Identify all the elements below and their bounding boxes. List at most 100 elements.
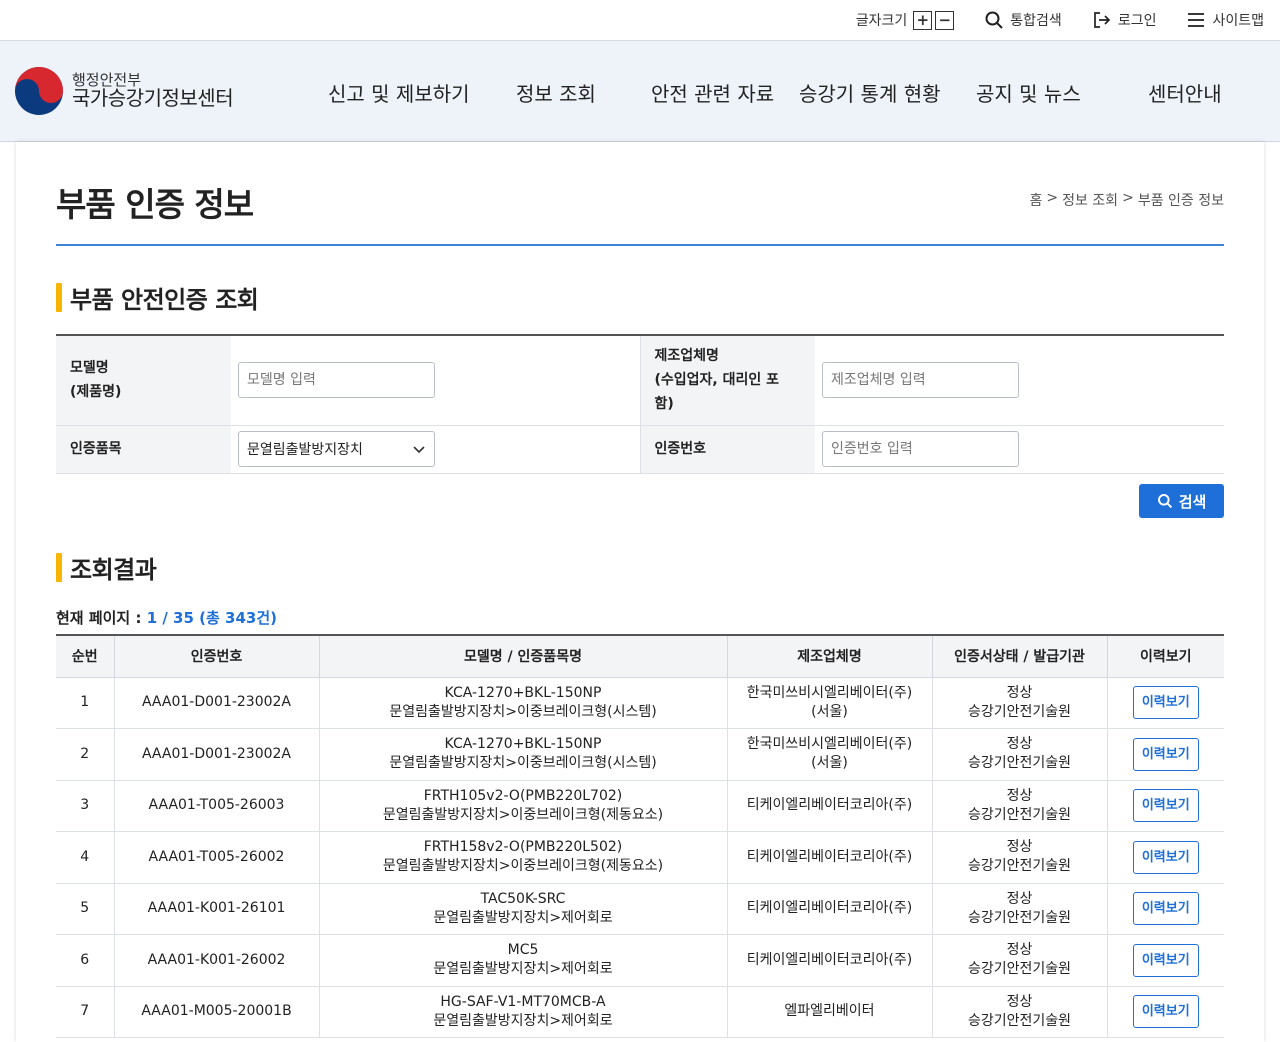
results-section-title: 조회결과 [56, 550, 157, 585]
breadcrumb-home[interactable]: 홈 [1029, 190, 1042, 210]
row-cert-no: AAA01-K001-26002 [113, 934, 319, 987]
breadcrumb-info-lookup[interactable]: 정보 조회 [1062, 190, 1118, 210]
row-no: 3 [56, 780, 114, 832]
row-maker: 티케이엘리베이터코리아(주) [726, 780, 932, 832]
gnb-statistics[interactable]: 승강기 통계 현황 [799, 78, 941, 107]
row-maker: 티케이엘리베이터코리아(주) [726, 934, 932, 987]
row-model: KCA-1270+BKL-150NP 문열림출발방지장치>이중브레이크형(시스템) [318, 677, 727, 729]
sitemap-link[interactable]: 사이트맵 [1186, 10, 1264, 30]
row-model: HG-SAF-V1-MT70MCB-A 문열림출발방지장치>제어회로 [318, 986, 727, 1038]
row-no: 7 [56, 986, 114, 1038]
row-status: 정상 승강기안전기술원 [931, 883, 1107, 935]
row-status: 정상 승강기안전기술원 [931, 677, 1107, 729]
row-cert-no: AAA01-K001-26101 [113, 883, 319, 935]
login-icon [1093, 12, 1111, 28]
history-button[interactable]: 이력보기 [1132, 943, 1199, 977]
font-decrease-button[interactable]: − [935, 10, 955, 30]
row-status: 정상 승강기안전기술원 [931, 728, 1107, 781]
results-table: 순번 인증번호 모델명 / 인증품목명 제조업체명 인증서상태 / 발급기관 이… [56, 634, 1224, 1038]
taegeuk-emblem-icon [15, 67, 63, 115]
table-row: 1 AAA01-D001-23002A KCA-1270+BKL-150NP 문열… [56, 677, 1224, 729]
row-no: 5 [56, 883, 114, 935]
page-title: 부품 인증 정보 [56, 185, 254, 224]
row-model: TAC50K-SRC 문열림출발방지장치>제어회로 [318, 883, 727, 935]
row-no: 4 [56, 831, 114, 884]
history-button[interactable]: 이력보기 [1132, 789, 1199, 823]
history-button[interactable]: 이력보기 [1132, 892, 1199, 926]
site-header: 행정안전부 국가승강기정보센터 신고 및 제보하기 정보 조회 안전 관련 자료… [0, 41, 1280, 142]
font-size-control: 글자크기 + − [856, 10, 955, 30]
model-label: 모델명 (제품명) [56, 335, 231, 426]
col-header-no: 순번 [56, 635, 114, 678]
row-maker: 한국미쓰비시엘리베이터(주) (서울) [726, 677, 932, 729]
row-model: FRTH105v2-O(PMB220L702) 문열림출발방지장치>이중브레이크형… [318, 780, 727, 832]
menu-icon [1188, 13, 1205, 27]
page-info-label: 현재 페이지 : [56, 609, 142, 627]
gnb-report[interactable]: 신고 및 제보하기 [328, 78, 470, 107]
gnb-info-lookup[interactable]: 정보 조회 [516, 78, 596, 107]
table-row: 6 AAA01-K001-26002 MC5 문열림출발방지장치>제어회로 티케이… [56, 934, 1224, 987]
history-button[interactable]: 이력보기 [1132, 737, 1199, 771]
model-input[interactable] [238, 362, 435, 399]
gnb-safety-materials[interactable]: 안전 관련 자료 [651, 78, 774, 107]
row-cert-no: AAA01-D001-23002A [113, 677, 319, 729]
title-divider [56, 244, 1224, 246]
font-increase-button[interactable]: + [913, 10, 933, 30]
row-maker: 엘파엘리베이터 [726, 986, 932, 1038]
login-link[interactable]: 로그인 [1092, 10, 1157, 30]
integrated-search-label: 통합검색 [1010, 13, 1062, 29]
search-section-heading: 부품 안전인증 조회 [70, 286, 259, 314]
row-no: 2 [56, 728, 114, 781]
page-info: 현재 페이지 : 1 / 35 (총 343건) [56, 607, 277, 628]
search-form: 모델명 (제품명) 제조업체명 (수입업자, 대리인 포 함) 인증품목 문열림… [56, 334, 1224, 474]
search-icon [1157, 494, 1172, 509]
row-maker: 한국미쓰비시엘리베이터(주) (서울) [726, 728, 932, 781]
search-button[interactable]: 검색 [1139, 484, 1224, 518]
utility-bar: 글자크기 + − 통합검색 로그인 사이트맵 [0, 0, 1280, 41]
table-row: 3 AAA01-T005-26003 FRTH105v2-O(PMB220L70… [56, 780, 1224, 832]
col-header-model: 모델명 / 인증품목명 [318, 635, 727, 678]
font-size-label: 글자크기 [855, 13, 908, 29]
login-label: 로그인 [1117, 13, 1157, 29]
history-button[interactable]: 이력보기 [1132, 995, 1199, 1029]
col-header-cert: 인증번호 [113, 635, 319, 678]
search-icon [985, 11, 1004, 29]
cert-input[interactable] [822, 431, 1019, 467]
breadcrumb-current: 부품 인증 정보 [1137, 193, 1224, 209]
results-heading: 조회결과 [70, 556, 157, 584]
history-button[interactable]: 이력보기 [1132, 840, 1199, 874]
page-info-value: 1 / 35 (총 343건) [146, 609, 277, 627]
row-no: 6 [56, 934, 114, 987]
row-status: 정상 승강기안전기술원 [931, 934, 1107, 987]
row-cert-no: AAA01-T005-26003 [113, 780, 319, 832]
chevron-down-icon [413, 446, 425, 454]
row-maker: 티케이엘리베이터코리아(주) [726, 883, 932, 935]
site-logo[interactable]: 행정안전부 국가승강기정보센터 [14, 66, 234, 116]
row-cert-no: AAA01-D001-23002A [113, 728, 319, 781]
row-model: KCA-1270+BKL-150NP 문열림출발방지장치>이중브레이크형(시스템) [318, 728, 727, 781]
section-bar [56, 283, 62, 312]
search-button-label: 검색 [1178, 492, 1207, 511]
maker-label: 제조업체명 (수입업자, 대리인 포 함) [640, 335, 815, 426]
row-no: 1 [56, 677, 114, 729]
integrated-search-link[interactable]: 통합검색 [984, 10, 1062, 30]
col-header-status: 인증서상태 / 발급기관 [931, 635, 1107, 678]
row-model: MC5 문열림출발방지장치>제어회로 [318, 934, 727, 987]
history-button[interactable]: 이력보기 [1132, 686, 1199, 720]
col-header-history: 이력보기 [1106, 635, 1224, 678]
item-select[interactable]: 문열림출발방지장치 [238, 431, 435, 467]
logo-center-name: 국가승강기정보센터 [72, 86, 234, 111]
search-section-title: 부품 안전인증 조회 [56, 280, 259, 315]
maker-input[interactable] [822, 362, 1019, 399]
table-row: 7 AAA01-M005-20001B HG-SAF-V1-MT70MCB-A 문… [56, 986, 1224, 1038]
table-row: 5 AAA01-K001-26101 TAC50K-SRC 문열림출발방지장치>제… [56, 883, 1224, 935]
gnb-center-guide[interactable]: 센터안내 [1148, 78, 1222, 107]
breadcrumb: 홈 > 정보 조회 > 부품 인증 정보 [1029, 190, 1224, 210]
gnb-notice-news[interactable]: 공지 및 뉴스 [976, 78, 1081, 107]
cert-label: 인증번호 [640, 425, 815, 474]
row-cert-no: AAA01-T005-26002 [113, 831, 319, 884]
results-header-row: 순번 인증번호 모델명 / 인증품목명 제조업체명 인증서상태 / 발급기관 이… [56, 635, 1224, 678]
row-status: 정상 승강기안전기술원 [931, 831, 1107, 884]
breadcrumb-separator: > [1046, 190, 1059, 206]
row-cert-no: AAA01-M005-20001B [113, 986, 319, 1038]
